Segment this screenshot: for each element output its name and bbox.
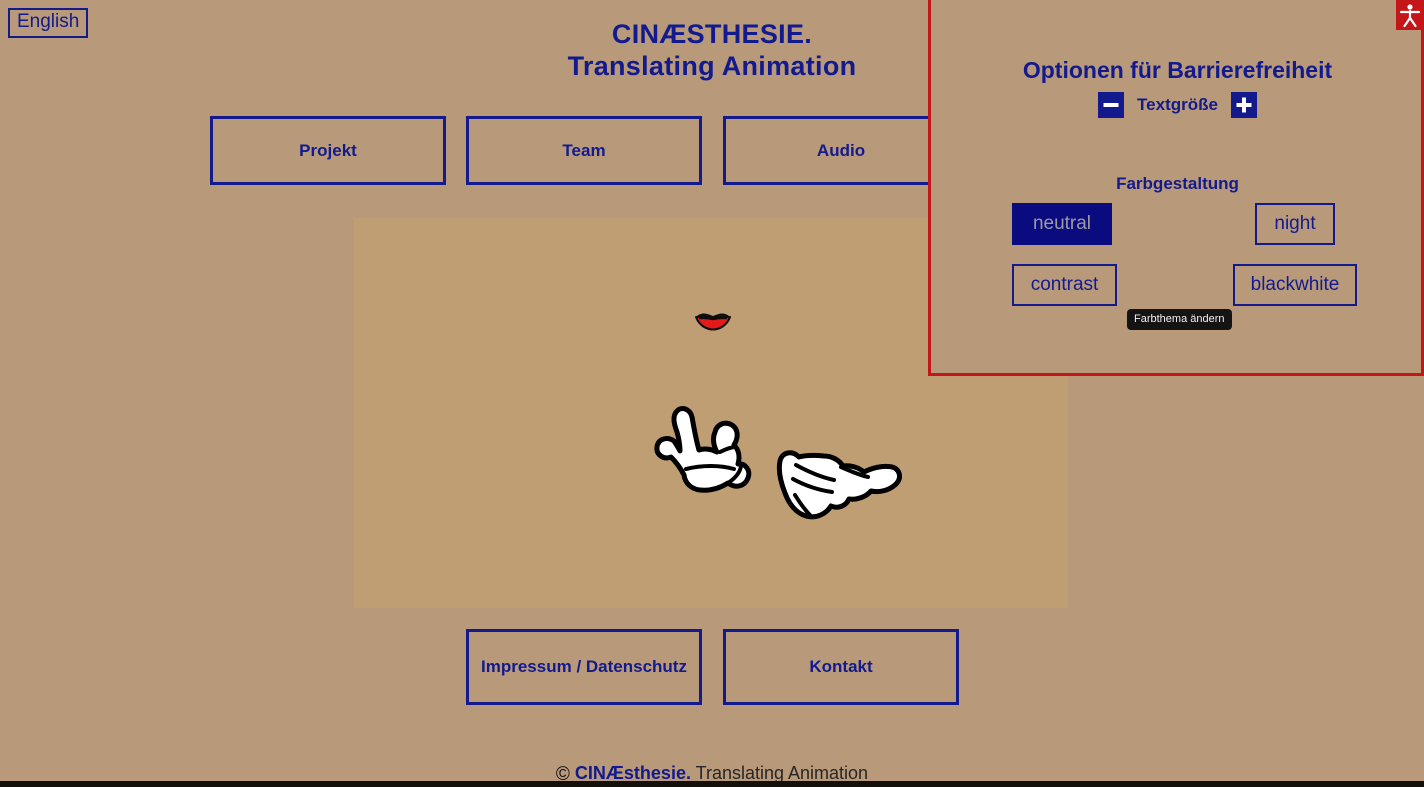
theme-option-contrast[interactable]: contrast <box>1012 264 1117 306</box>
page-title-line-1: CINÆSTHESIE. <box>611 19 813 49</box>
bottom-edge-strip <box>0 781 1424 787</box>
accessibility-person-icon[interactable] <box>1396 0 1424 30</box>
theme-option-night[interactable]: night <box>1255 203 1335 245</box>
text-size-controls: Textgröße <box>931 92 1424 118</box>
footer-item-impressum-datenschutz[interactable]: Impressum / Datenschutz <box>466 629 702 705</box>
text-size-label: Textgröße <box>1137 95 1218 114</box>
color-scheme-title: Farbgestaltung <box>1116 174 1239 193</box>
nav-item-team[interactable]: Team <box>466 116 702 185</box>
nav-item-projekt[interactable]: Projekt <box>210 116 446 185</box>
copyright-brand: CINÆsthesie. <box>574 763 691 783</box>
theme-option-neutral[interactable]: neutral <box>1012 203 1112 245</box>
signing-hands-illustration <box>654 406 902 520</box>
accessibility-panel-title: Optionen für Barrierefreiheit <box>1022 57 1333 84</box>
increase-text-size-button[interactable] <box>1230 92 1257 118</box>
footer-item-kontakt[interactable]: Kontakt <box>723 629 959 705</box>
theme-change-tooltip: Farbthema ändern <box>1127 309 1232 330</box>
footer-navigation: Impressum / Datenschutz Kontakt <box>466 629 966 705</box>
copyright-tagline: Translating Animation <box>690 763 869 783</box>
decrease-text-size-button[interactable] <box>1098 92 1125 118</box>
language-toggle-button[interactable]: English <box>8 8 89 38</box>
accessibility-options-panel: Optionen für Barrierefreiheit Textgröße … <box>928 0 1424 376</box>
theme-option-blackwhite[interactable]: blackwhite <box>1233 264 1357 306</box>
red-lips-icon <box>695 313 731 331</box>
page-root: English CINÆSTHESIE. Translating Animati… <box>0 0 1424 787</box>
nav-item-audio[interactable]: Audio <box>723 116 959 185</box>
